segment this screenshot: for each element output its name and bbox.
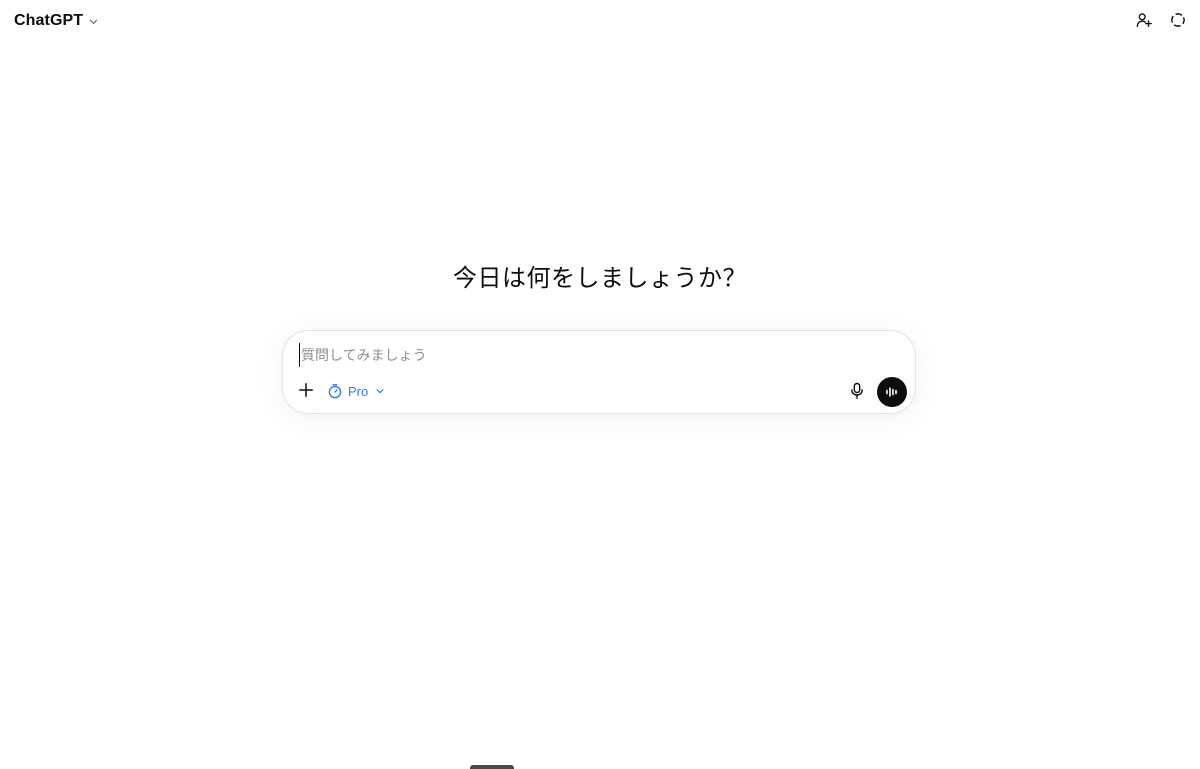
dashed-circle-icon[interactable] [1168,10,1188,30]
model-switcher[interactable]: ChatGPT [14,10,99,32]
chat-page: ChatGPT 今日は何をしましょうか？ 質問してみましょう Pro [0,0,1200,769]
chevron-down-icon [375,386,385,396]
mode-label: Pro [348,383,369,399]
add-person-icon[interactable] [1134,10,1154,30]
page-title: 今日は何をしましょうか？ [453,265,747,292]
chevron-down-icon [88,16,99,27]
model-name: ChatGPT [14,12,84,29]
prompt-composer: Pro [282,330,916,414]
header-actions [1134,10,1188,30]
voice-mode-button[interactable] [877,377,907,407]
microphone-icon[interactable] [847,381,867,401]
bottom-handle [470,765,514,769]
prompt-input[interactable] [299,343,883,367]
voice-waveform-icon [885,385,899,399]
timer-icon [327,383,343,399]
plus-icon[interactable] [295,379,317,401]
mode-selector-button[interactable]: Pro [327,380,385,402]
